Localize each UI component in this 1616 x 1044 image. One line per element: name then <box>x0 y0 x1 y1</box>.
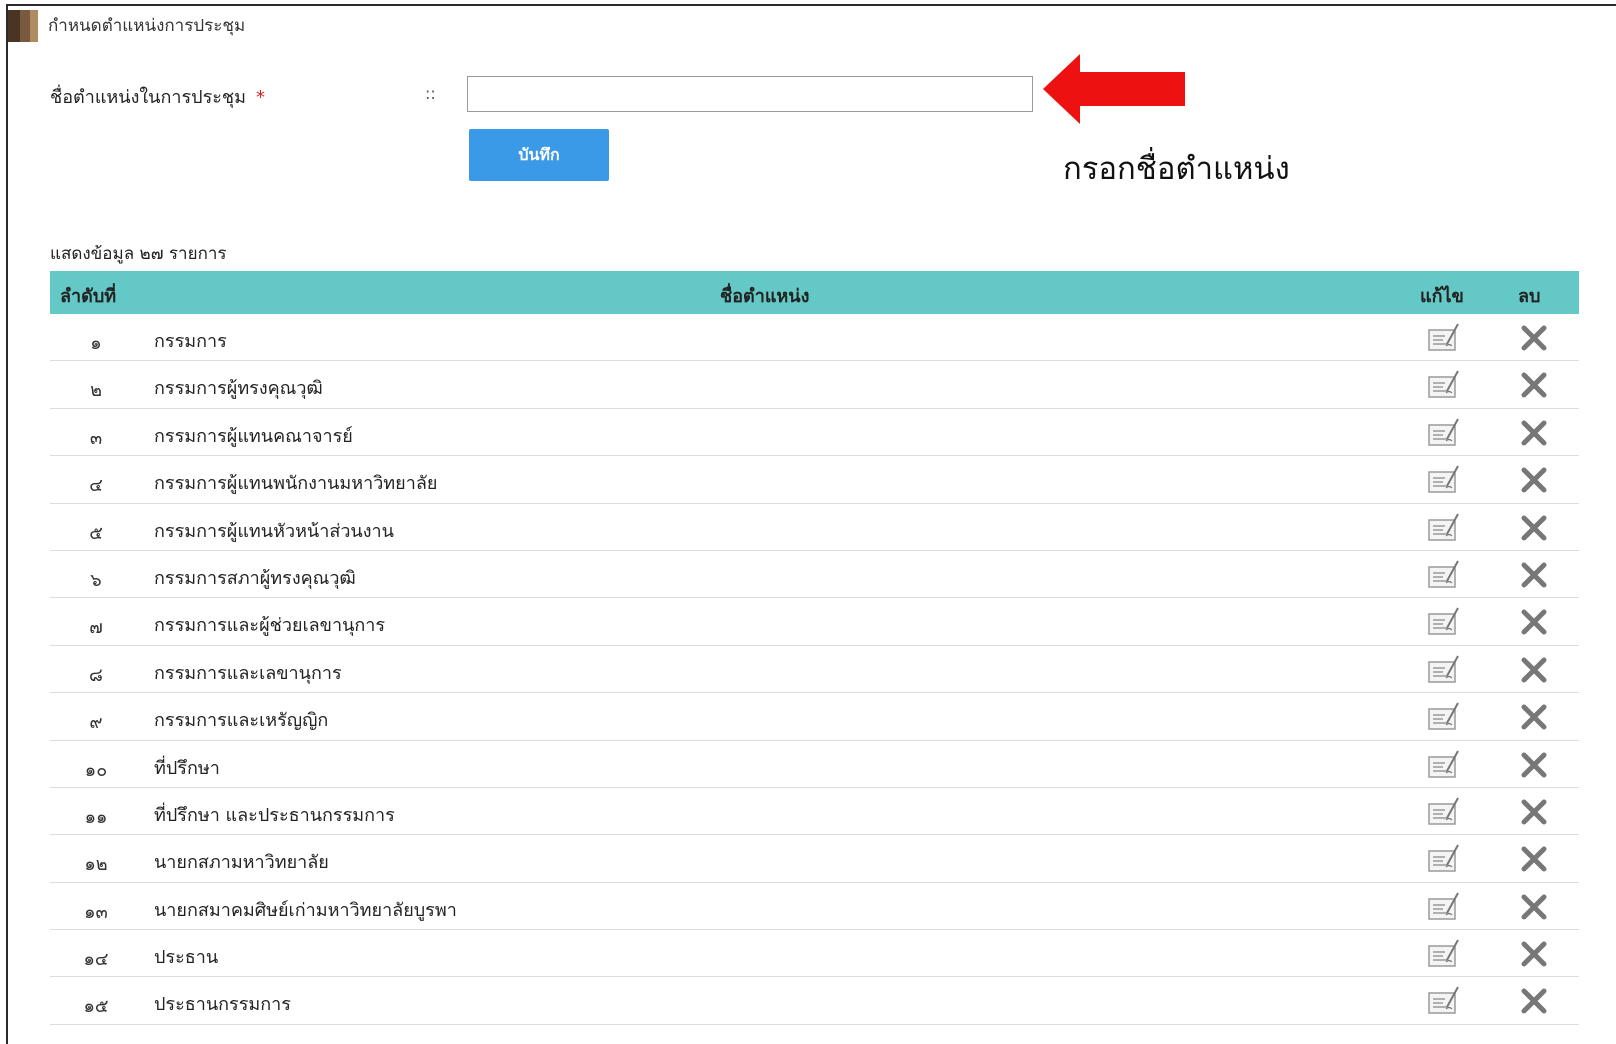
column-header-delete: ลบ <box>1518 286 1541 307</box>
table-row: ๑๓ นายกสมาคมศิษย์เก่ามหาวิทยาลัยบูรพา <box>50 883 1579 931</box>
edit-icon[interactable] <box>1427 369 1461 399</box>
edit-icon[interactable] <box>1427 322 1461 352</box>
position-name-label: ชื่อตำแหน่งในการประชุม * <box>50 82 265 111</box>
edit-icon[interactable] <box>1427 606 1461 636</box>
table-row: ๒ กรรมการผู้ทรงคุณวุฒิ <box>50 361 1579 409</box>
row-number: ๑๐ <box>84 759 108 781</box>
table-row: ๗ กรรมการและผู้ช่วยเลขานุการ <box>50 598 1579 646</box>
row-number: ๑๕ <box>83 996 109 1018</box>
delete-icon[interactable] <box>1520 324 1548 352</box>
row-number: ๘ <box>89 664 103 686</box>
title-accent-bar <box>8 10 38 42</box>
edit-icon[interactable] <box>1427 512 1461 542</box>
table-body: ๑กรรมการ๒กรรมการผู้ทรงคุณวุฒิ๓กรรมการผู้… <box>50 314 1579 1025</box>
position-name-cell: กรรมการผู้แทนคณาจารย์ <box>154 425 353 447</box>
table-header: ลำดับที่ ชื่อตำแหน่ง แก้ไข ลบ <box>50 271 1579 314</box>
table-row: ๑๔ ประธาน <box>50 930 1579 978</box>
position-name-cell: กรรมการผู้แทนหัวหน้าส่วนงาน <box>154 520 394 542</box>
delete-icon[interactable] <box>1520 893 1548 921</box>
delete-icon[interactable] <box>1520 940 1548 968</box>
row-number: ๒ <box>90 380 102 402</box>
label-separator: :: <box>425 84 436 103</box>
delete-icon[interactable] <box>1520 419 1548 447</box>
annotation-text: กรอกชื่อตำแหน่ง <box>1063 151 1290 187</box>
row-number: ๗ <box>89 617 103 639</box>
column-header-name: ชื่อตำแหน่ง <box>720 286 810 307</box>
row-number: ๙ <box>89 712 103 734</box>
position-name-input[interactable] <box>467 76 1033 112</box>
position-name-cell: กรรมการและเลขานุการ <box>154 662 342 684</box>
table-row: ๔ กรรมการผู้แทนพนักงานมหาวิทยาลัย <box>50 456 1579 504</box>
position-name-cell: กรรมการ <box>154 331 227 352</box>
table-row: ๑๕ ประธานกรรมการ <box>50 977 1579 1025</box>
positions-table: ลำดับที่ ชื่อตำแหน่ง แก้ไข ลบ ๑กรรมการ๒ก… <box>50 271 1579 1025</box>
edit-icon[interactable] <box>1427 891 1461 921</box>
row-number: ๑๓ <box>84 901 108 923</box>
table-row: ๓ กรรมการผู้แทนคณาจารย์ <box>50 409 1579 457</box>
delete-icon[interactable] <box>1520 608 1548 636</box>
position-name-cell: กรรมการสภาผู้ทรงคุณวุฒิ <box>154 567 356 589</box>
edit-icon[interactable] <box>1427 796 1461 826</box>
delete-icon[interactable] <box>1520 751 1548 779</box>
row-number: ๑๑ <box>84 806 108 828</box>
delete-icon[interactable] <box>1520 703 1548 731</box>
position-name-cell: นายกสมาคมศิษย์เก่ามหาวิทยาลัยบูรพา <box>154 899 457 921</box>
table-row: ๑๐ ที่ปรึกษา <box>50 741 1579 788</box>
edit-icon[interactable] <box>1427 938 1461 968</box>
edit-icon[interactable] <box>1427 749 1461 779</box>
row-number: ๑๔ <box>83 949 109 971</box>
required-mark: * <box>256 87 265 108</box>
position-name-cell: นายกสภามหาวิทยาลัย <box>154 852 329 874</box>
row-number: ๑๒ <box>84 854 108 876</box>
row-number: ๕ <box>89 522 103 544</box>
delete-icon[interactable] <box>1520 371 1548 399</box>
table-row: ๑๒ นายกสภามหาวิทยาลัย <box>50 835 1579 883</box>
delete-icon[interactable] <box>1520 845 1548 873</box>
row-number: ๑ <box>90 333 102 354</box>
row-number: ๓ <box>89 427 103 449</box>
position-name-cell: ที่ปรึกษา และประธานกรรมการ <box>154 804 395 826</box>
position-name-cell: กรรมการและเหรัญญิก <box>154 710 329 732</box>
position-name-label-text: ชื่อตำแหน่งในการประชุม <box>50 87 246 108</box>
record-count: แสดงข้อมูล ๒๗ รายการ <box>50 244 227 264</box>
edit-icon[interactable] <box>1427 985 1461 1015</box>
position-name-cell: ที่ปรึกษา <box>154 757 220 779</box>
position-name-cell: กรรมการและผู้ช่วยเลขานุการ <box>154 615 386 637</box>
edit-icon[interactable] <box>1427 464 1461 494</box>
red-arrow-annotation <box>1043 54 1185 124</box>
table-row: ๑๑ ที่ปรึกษา และประธานกรรมการ <box>50 788 1579 836</box>
page-title: กำหนดตำแหน่งการประชุม <box>48 16 246 36</box>
section-title-bar: กำหนดตำแหน่งการประชุม <box>8 6 1608 42</box>
table-row: ๑ กรรมการ <box>50 314 1579 362</box>
save-button[interactable]: บันทึก <box>469 129 609 181</box>
row-number: ๖ <box>90 569 102 591</box>
position-name-cell: กรรมการผู้ทรงคุณวุฒิ <box>154 378 323 400</box>
delete-icon[interactable] <box>1520 466 1548 494</box>
edit-icon[interactable] <box>1427 654 1461 684</box>
row-number: ๔ <box>89 475 103 497</box>
delete-icon[interactable] <box>1520 561 1548 589</box>
table-row: ๙ กรรมการและเหรัญญิก <box>50 693 1579 741</box>
edit-icon[interactable] <box>1427 701 1461 731</box>
column-header-edit: แก้ไข <box>1420 286 1464 307</box>
position-name-cell: ประธาน <box>154 947 219 969</box>
delete-icon[interactable] <box>1520 987 1548 1015</box>
table-row: ๘ กรรมการและเลขานุการ <box>50 646 1579 694</box>
position-name-cell: กรรมการผู้แทนพนักงานมหาวิทยาลัย <box>154 473 438 495</box>
table-row: ๕ กรรมการผู้แทนหัวหน้าส่วนงาน <box>50 504 1579 551</box>
table-row: ๖ กรรมการสภาผู้ทรงคุณวุฒิ <box>50 551 1579 599</box>
edit-icon[interactable] <box>1427 417 1461 447</box>
delete-icon[interactable] <box>1520 656 1548 684</box>
position-name-cell: ประธานกรรมการ <box>154 994 291 1016</box>
delete-icon[interactable] <box>1520 798 1548 826</box>
edit-icon[interactable] <box>1427 559 1461 589</box>
delete-icon[interactable] <box>1520 514 1548 542</box>
edit-icon[interactable] <box>1427 843 1461 873</box>
column-header-order: ลำดับที่ <box>60 286 117 307</box>
